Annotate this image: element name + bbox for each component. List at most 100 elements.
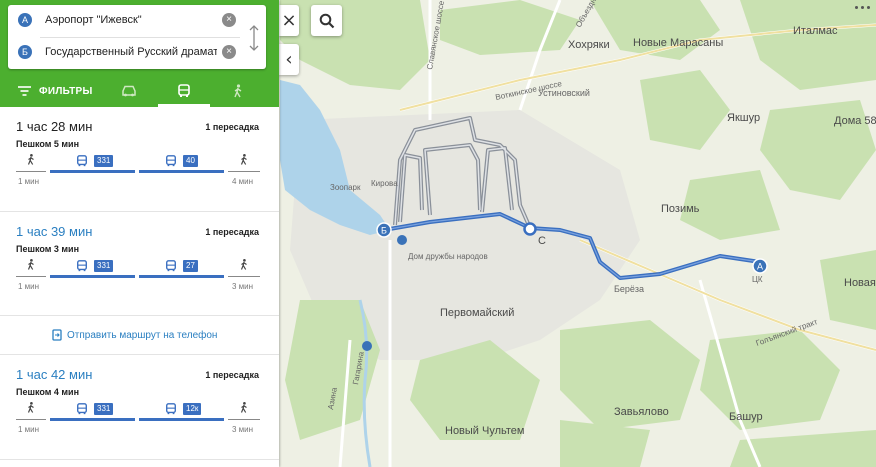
- walk-icon: [240, 259, 247, 270]
- route-walk-time: Пешком 5 мин: [16, 139, 80, 149]
- segment-bus-2: 27: [139, 258, 224, 284]
- route-duration: 1 час 42 мин: [16, 367, 93, 382]
- route-transfers: 1 пересадка: [205, 370, 259, 380]
- chevron-left-icon: ‹: [285, 49, 293, 70]
- more-icon: [854, 5, 870, 9]
- bus-number: 331: [94, 403, 114, 415]
- map-label-bashur: Башур: [729, 411, 763, 423]
- walk-icon: [234, 83, 242, 97]
- bus-number: 12к: [183, 403, 202, 415]
- map-search-button[interactable]: [311, 5, 342, 36]
- segment-walk-end: 4 мин: [228, 153, 260, 186]
- bus-number: 331: [94, 155, 114, 167]
- map-menu-button[interactable]: [848, 0, 876, 14]
- walk-icon: [240, 402, 247, 413]
- segment-bus-1: 331: [50, 153, 135, 179]
- walk-end-duration: 3 мин: [232, 425, 254, 434]
- swap-icon[interactable]: [248, 25, 260, 51]
- bus-number: 40: [183, 155, 198, 167]
- bus-icon: [77, 403, 87, 415]
- point-a-badge: А: [18, 13, 32, 27]
- tab-car[interactable]: [103, 74, 155, 107]
- segment-walk-end: 3 мин: [228, 258, 260, 291]
- route-points-card: А Аэропорт "Ижевск" × Б Государственный …: [8, 5, 266, 69]
- point-b-badge: Б: [18, 45, 32, 59]
- filters-button[interactable]: ФИЛЬТРЫ: [18, 81, 93, 101]
- route-walk-time: Пешком 3 мин: [16, 244, 80, 254]
- car-icon: [122, 85, 136, 96]
- map-label-novaya: Новая: [844, 277, 876, 289]
- tab-walk[interactable]: [212, 74, 264, 107]
- map-label-sarapul: С: [538, 235, 546, 247]
- map-label-pervomaysky: Первомайский: [440, 307, 514, 319]
- segment-bus-1: 331: [50, 401, 135, 427]
- route-option-1[interactable]: 1 час 28 мин 1 пересадка Пешком 5 мин 1 …: [0, 107, 279, 212]
- phone-send-icon: [52, 329, 62, 341]
- segment-bus-1: 331: [50, 258, 135, 284]
- from-input[interactable]: Аэропорт "Ижевск": [45, 14, 217, 26]
- walk-start-duration: 1 мин: [18, 425, 40, 434]
- bus-icon: [77, 155, 87, 167]
- walk-end-duration: 4 мин: [232, 177, 254, 186]
- map-label-zoopark: Зоопарк: [330, 183, 361, 192]
- map-label-bereza: Берёза: [614, 284, 644, 294]
- clear-to-icon[interactable]: ×: [222, 45, 236, 59]
- walk-start-duration: 1 мин: [18, 177, 40, 186]
- bus-icon: [166, 403, 176, 415]
- walk-icon: [27, 154, 34, 165]
- map-label-doma58: Дома 58: [834, 115, 876, 127]
- segment-walk-start: 1 мин: [16, 153, 46, 186]
- walk-icon: [240, 154, 247, 165]
- map-label-lk: ЦК: [752, 275, 763, 284]
- route-duration: 1 час 28 мин: [16, 119, 93, 134]
- bus-icon: [166, 260, 176, 272]
- segment-bus-2: 12к: [139, 401, 224, 427]
- route-option-2[interactable]: 1 час 39 мин 1 пересадка Пешком 3 мин 1 …: [0, 212, 279, 316]
- walk-start-duration: 1 мин: [18, 282, 40, 291]
- to-input[interactable]: Государственный Русский драмат: [45, 46, 217, 58]
- bus-icon: [166, 155, 176, 167]
- map-label-italmas: Италмас: [793, 25, 838, 37]
- send-to-phone-label: Отправить маршрут на телефон: [67, 329, 218, 341]
- point-b-marker[interactable]: Б: [376, 222, 392, 238]
- filter-icon: [18, 86, 31, 96]
- bus-number: 27: [183, 260, 198, 272]
- map-label-pozim: Позимь: [661, 203, 700, 215]
- bus-icon: [77, 260, 87, 272]
- clear-from-icon[interactable]: ×: [222, 13, 236, 27]
- route-search-area: А Аэропорт "Ижевск" × Б Государственный …: [0, 0, 279, 74]
- point-a-marker[interactable]: А: [752, 258, 768, 274]
- route-transfers: 1 пересадка: [205, 227, 259, 237]
- map-label-novy-chultem: Новый Чультем: [445, 425, 525, 437]
- route-duration: 1 час 39 мин: [16, 224, 93, 239]
- from-field[interactable]: А Аэропорт "Ижевск" ×: [8, 5, 266, 37]
- walk-icon: [27, 402, 34, 413]
- send-to-phone-row: Отправить маршрут на телефон: [0, 316, 279, 355]
- to-field[interactable]: Б Государственный Русский драмат ×: [8, 37, 266, 69]
- bus-number: 331: [94, 260, 114, 272]
- segment-walk-start: 1 мин: [16, 401, 46, 434]
- map-label-yakshur: Якшур: [727, 112, 760, 124]
- svg-text:Б: Б: [381, 226, 387, 236]
- map-label-zavyalovo: Завьялово: [614, 406, 669, 418]
- segment-walk-start: 1 мин: [16, 258, 46, 291]
- filters-label: ФИЛЬТРЫ: [39, 85, 93, 97]
- route-walk-time: Пешком 4 мин: [16, 387, 80, 397]
- map-label-dom-druzhby: Дом дружбы народов: [408, 252, 488, 261]
- bus-icon: [178, 83, 190, 97]
- send-to-phone-link[interactable]: Отправить маршрут на телефон: [52, 329, 217, 341]
- walk-icon: [27, 259, 34, 270]
- tab-bus[interactable]: [158, 74, 210, 107]
- segment-bus-2: 40: [139, 153, 224, 179]
- walk-end-duration: 3 мин: [232, 282, 254, 291]
- map-label-novye-marasany: Новые Марасаны: [633, 37, 723, 49]
- collapse-panel-button[interactable]: ‹: [279, 44, 299, 75]
- route-option-3[interactable]: 1 час 42 мин 1 пересадка Пешком 4 мин 1 …: [0, 355, 279, 460]
- map-label-khokhryaki: Хохряки: [568, 39, 610, 51]
- search-icon: [319, 13, 334, 28]
- close-panel-button[interactable]: ×: [279, 5, 299, 36]
- route-panel: А Аэропорт "Ижевск" × Б Государственный …: [0, 0, 279, 467]
- close-icon: ×: [281, 10, 297, 31]
- svg-text:А: А: [757, 262, 763, 272]
- route-transfers: 1 пересадка: [205, 122, 259, 132]
